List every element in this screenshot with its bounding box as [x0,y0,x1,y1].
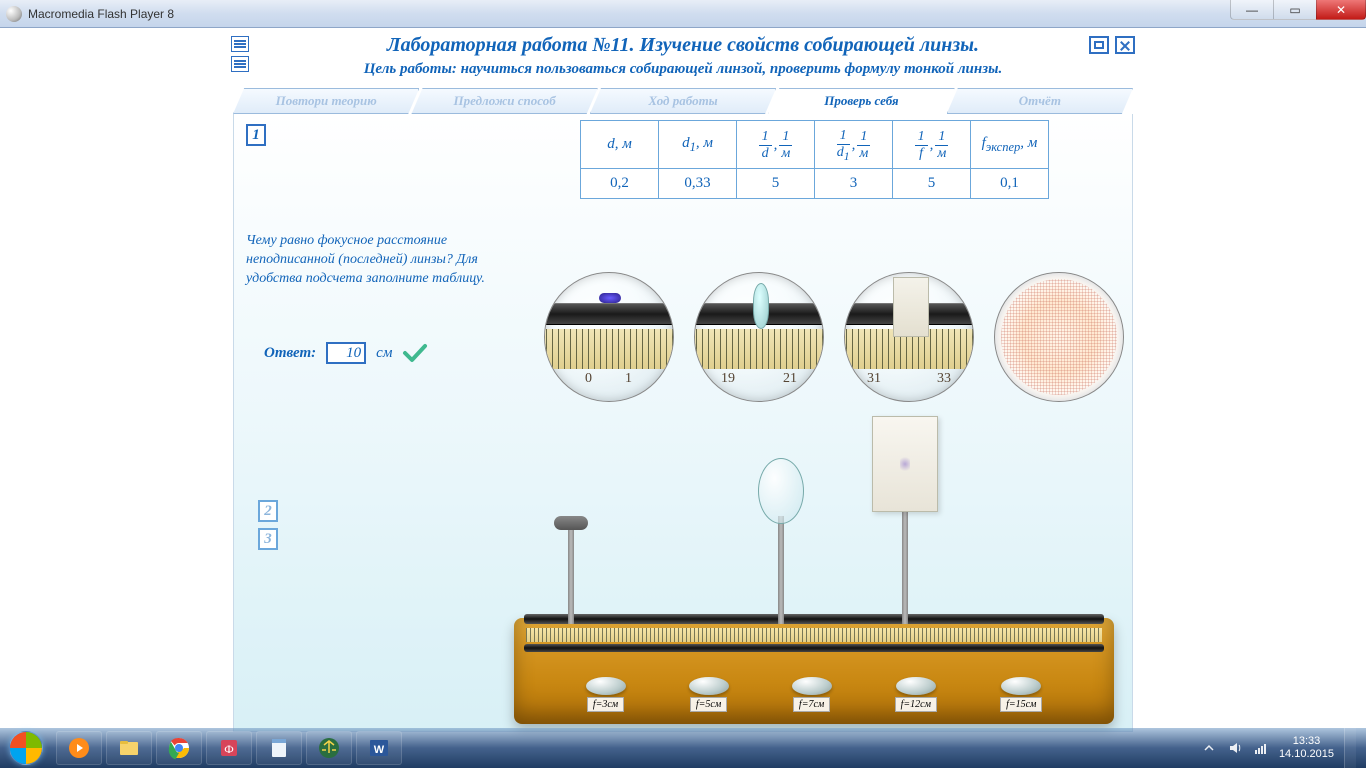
tab-label: Отчёт [1019,93,1061,109]
col-d: d, м [581,121,659,169]
question-3-button[interactable]: 3 [258,528,278,550]
question-2-button[interactable]: 2 [258,500,278,522]
col-d1: d1, м [659,121,737,169]
lens-button-5cm[interactable]: f=5см [689,677,729,712]
cell-inv-f: 5 [893,169,971,199]
tab-label: Ход работы [648,93,717,109]
bench-rail-top [524,614,1104,624]
start-button[interactable] [2,728,50,768]
col-inv-f: 1f, 1м [893,121,971,169]
cell-d: 0,2 [581,169,659,199]
app-frame: Лабораторная работа №11. Изучение свойст… [225,28,1141,728]
app-close-icon[interactable] [1115,36,1135,54]
minimize-button[interactable]: — [1230,0,1274,20]
lens-button-7cm[interactable]: f=7см [792,677,832,712]
answer-label: Ответ: [264,345,316,362]
col-inv-d: 1d, 1м [737,121,815,169]
svg-text:W: W [374,744,385,756]
tabs: Повтори теорию Предложи способ Ход работ… [233,88,1133,114]
app-title: Лабораторная работа №11. Изучение свойст… [237,34,1129,59]
taskbar-word-icon[interactable]: W [356,731,402,765]
tray-chevron-icon[interactable] [1201,740,1217,756]
magnifier-row: 0 1 19 21 31 33 [544,272,1124,402]
magnifier-image[interactable] [994,272,1124,402]
taskbar-explorer-icon[interactable] [106,731,152,765]
table-header-row: d, м d1, м 1d, 1м 1d1, 1м [581,121,1049,169]
answer-row: Ответ: см [264,342,428,364]
optical-bench: f=3см f=5см f=7см f=12см f=15см [514,484,1114,724]
system-tray: 13:33 14.10.2015 [1201,728,1366,768]
window-titlebar: Macromedia Flash Player 8 — ▭ ✕ [0,0,1366,28]
tab-label: Предложи способ [454,93,556,109]
app-icon [6,6,22,22]
tab-method[interactable]: Предложи способ [411,88,597,114]
app-goal: Цель работы: научиться пользоваться соби… [237,59,1129,84]
bench-ruler [526,628,1102,642]
cell-inv-d: 5 [737,169,815,199]
cell-fexp: 0,1 [971,169,1049,199]
answer-unit: см [376,345,392,362]
taskbar: Ф W 13:33 14.10.2015 [0,728,1366,768]
answer-input[interactable] [326,342,366,364]
close-button[interactable]: ✕ [1316,0,1366,20]
question-1-button[interactable]: 1 [246,124,266,146]
taskbar-clock[interactable]: 13:33 14.10.2015 [1279,735,1334,761]
light-source[interactable] [568,528,574,624]
svg-text:Ф: Ф [224,742,233,756]
lens-button-15cm[interactable]: f=15см [1000,677,1042,712]
clock-date: 14.10.2015 [1279,748,1334,761]
cell-d1: 0,33 [659,169,737,199]
tab-selftest[interactable]: Проверь себя [768,88,954,114]
magnifier-lens[interactable]: 19 21 [694,272,824,402]
show-desktop-button[interactable] [1344,728,1356,768]
app-header: Лабораторная работа №11. Изучение свойст… [225,28,1141,88]
tab-procedure[interactable]: Ход работы [590,88,776,114]
col-inv-d1: 1d1, 1м [815,121,893,169]
workarea: 1 2 3 d, м d1, м 1d, 1м 1d1, [233,114,1133,732]
lens-button-3cm[interactable]: f=3см [586,677,626,712]
window-title: Macromedia Flash Player 8 [28,7,174,21]
tray-volume-icon[interactable] [1227,740,1243,756]
window-controls: — ▭ ✕ [1231,0,1366,22]
menu-icon[interactable] [231,36,249,52]
col-fexp: fэкспер, м [971,121,1049,169]
tab-report[interactable]: Отчёт [947,88,1133,114]
taskbar-app-icon[interactable]: Ф [206,731,252,765]
cell-inv-d1: 3 [815,169,893,199]
check-icon[interactable] [402,343,428,363]
tab-theory[interactable]: Повтори теорию [233,88,419,114]
maximize-button[interactable]: ▭ [1273,0,1317,20]
question-text: Чему равно фокусное расстояние неподписа… [246,232,526,289]
bench-rail-bottom [524,644,1104,652]
lens-on-bench[interactable] [778,516,784,624]
taskbar-chrome-icon[interactable] [156,731,202,765]
calculator-icon[interactable] [231,56,249,72]
taskbar-scales-icon[interactable] [306,731,352,765]
lens-selector-row: f=3см f=5см f=7см f=12см f=15см [554,677,1074,712]
lens-button-12cm[interactable]: f=12см [895,677,937,712]
screen-on-bench[interactable] [902,502,908,624]
tab-label: Проверь себя [824,93,898,109]
tab-label: Повтори теорию [276,93,377,109]
table-row: 0,2 0,33 5 3 5 0,1 [581,169,1049,199]
taskbar-notes-icon[interactable] [256,731,302,765]
taskbar-media-icon[interactable] [56,731,102,765]
magnifier-source[interactable]: 0 1 [544,272,674,402]
tray-network-icon[interactable] [1253,740,1269,756]
clock-time: 13:33 [1279,735,1334,748]
data-table: d, м d1, м 1d, 1м 1d1, 1м [580,120,1049,199]
window-mode-icon[interactable] [1089,36,1109,54]
magnifier-screen[interactable]: 31 33 [844,272,974,402]
